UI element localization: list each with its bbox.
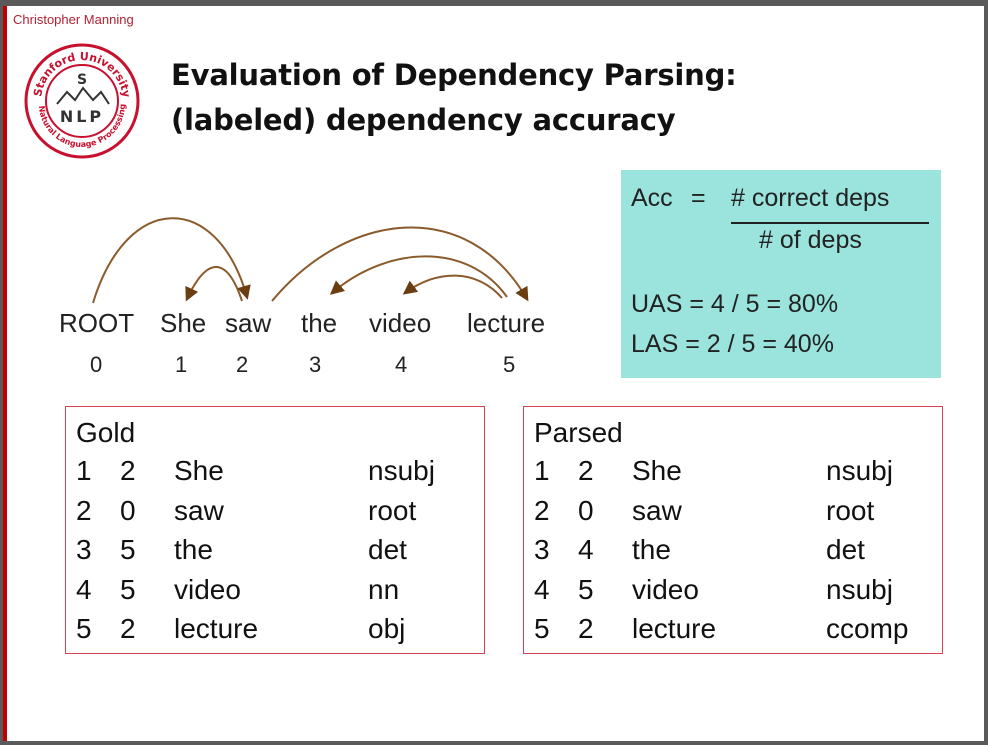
- dependency-arcs: [92, 217, 529, 304]
- acc-denominator: # of deps: [759, 226, 862, 254]
- gold-table: Gold 1 2 She nsubj 2 0 saw root 3 5 the det 4 5 video n…: [65, 406, 485, 654]
- gold-row-4-head-index: 5: [120, 573, 136, 605]
- logo-letters: NLP: [60, 107, 104, 126]
- metrics-box: Acc = # correct deps # of deps UAS = 4 /…: [621, 170, 941, 378]
- fraction-bar: [731, 222, 929, 224]
- word-lecture: lecture: [467, 308, 546, 338]
- index-4: 4: [395, 352, 408, 377]
- gold-row-5-dep-index: 5: [76, 613, 92, 644]
- logo-center-letter: S: [77, 72, 87, 88]
- gold-row-4-label: nn: [368, 573, 400, 605]
- parsed-row-5-label: ccomp: [826, 613, 909, 644]
- parsed-row-1-word: She: [632, 455, 682, 486]
- parsed-row-2-head-index: 0: [578, 494, 594, 526]
- las-line: LAS = 2 / 5 = 40%: [631, 330, 834, 358]
- gold-row-1-head-index: 2: [120, 455, 136, 486]
- parsed-row-1-dep-index: 1: [534, 455, 550, 486]
- parsed-row-2-word: saw: [632, 494, 682, 526]
- gold-row-1-label: nsubj: [368, 455, 435, 486]
- arc-lecture-video: [402, 274, 503, 299]
- parsed-table: Parsed 1 2 She nsubj 2 0 saw root 3 4 the det 4 5 vide…: [523, 406, 943, 654]
- parsed-row-3-head-index: 4: [578, 534, 594, 565]
- parsed-row-4-head-index: 5: [578, 573, 594, 605]
- parsed-row-4-label: nsubj: [826, 573, 893, 605]
- arc-saw-lecture: [271, 226, 529, 302]
- parsed-row-4-word: video: [632, 573, 699, 605]
- acc-label: Acc: [631, 184, 673, 212]
- gold-title: Gold: [76, 417, 136, 448]
- index-5: 5: [503, 352, 516, 377]
- slide: Christopher Manning Stanford University …: [3, 6, 984, 741]
- arc-root-saw: [92, 217, 251, 304]
- gold-row-1-dep-index: 1: [76, 455, 92, 486]
- gold-row-4-dep-index: 4: [76, 573, 92, 605]
- word-saw: saw: [225, 308, 272, 338]
- index-2: 2: [236, 352, 249, 377]
- parsed-row-3-word: the: [632, 534, 671, 565]
- author-name: Christopher Manning: [13, 12, 134, 27]
- parsed-row-5-head-index: 2: [578, 613, 594, 644]
- parsed-row-1-head-index: 2: [578, 455, 594, 486]
- word-the: the: [301, 308, 338, 338]
- gold-row-5-word: lecture: [174, 613, 259, 644]
- title-line-2: (labeled) dependency accuracy: [171, 103, 676, 137]
- word-root: ROOT: [59, 308, 135, 338]
- gold-row-4-word: video: [174, 573, 241, 605]
- gold-row-1-word: She: [174, 455, 224, 486]
- index-1: 1: [175, 352, 188, 377]
- gold-row-3-dep-index: 3: [76, 534, 92, 565]
- parsed-row-2-dep-index: 2: [534, 494, 550, 526]
- acc-equals: =: [691, 184, 706, 212]
- title-line-1: Evaluation of Dependency Parsing:: [171, 58, 737, 92]
- index-0: 0: [90, 352, 103, 377]
- gold-row-2-word: saw: [174, 494, 224, 526]
- parsed-row-1-label: nsubj: [826, 455, 893, 486]
- index-3: 3: [309, 352, 322, 377]
- gold-row-2-dep-index: 2: [76, 494, 92, 526]
- arc-saw-she: [185, 266, 243, 302]
- arc-lecture-the: [329, 255, 508, 298]
- parsed-row-3-dep-index: 3: [534, 534, 550, 565]
- gold-row-5-label: obj: [368, 613, 406, 644]
- word-she: She: [160, 308, 207, 338]
- parsed-title: Parsed: [534, 417, 623, 448]
- parsed-row-4-dep-index: 4: [534, 573, 550, 605]
- stanford-nlp-logo: Stanford University Natural Language Pro…: [24, 43, 140, 159]
- gold-row-5-head-index: 2: [120, 613, 136, 644]
- parsed-row-5-word: lecture: [632, 613, 717, 644]
- gold-row-3-head-index: 5: [120, 534, 136, 565]
- uas-line: UAS = 4 / 5 = 80%: [631, 290, 839, 318]
- gold-row-3-word: the: [174, 534, 213, 565]
- gold-row-2-label: root: [368, 494, 417, 526]
- word-video: video: [369, 308, 432, 338]
- parsed-row-3-label: det: [826, 534, 865, 565]
- gold-row-3-label: det: [368, 534, 407, 565]
- acc-numerator: # correct deps: [731, 184, 890, 212]
- parsed-row-5-dep-index: 5: [534, 613, 550, 644]
- parsed-row-2-label: root: [826, 494, 875, 526]
- gold-row-2-head-index: 0: [120, 494, 136, 526]
